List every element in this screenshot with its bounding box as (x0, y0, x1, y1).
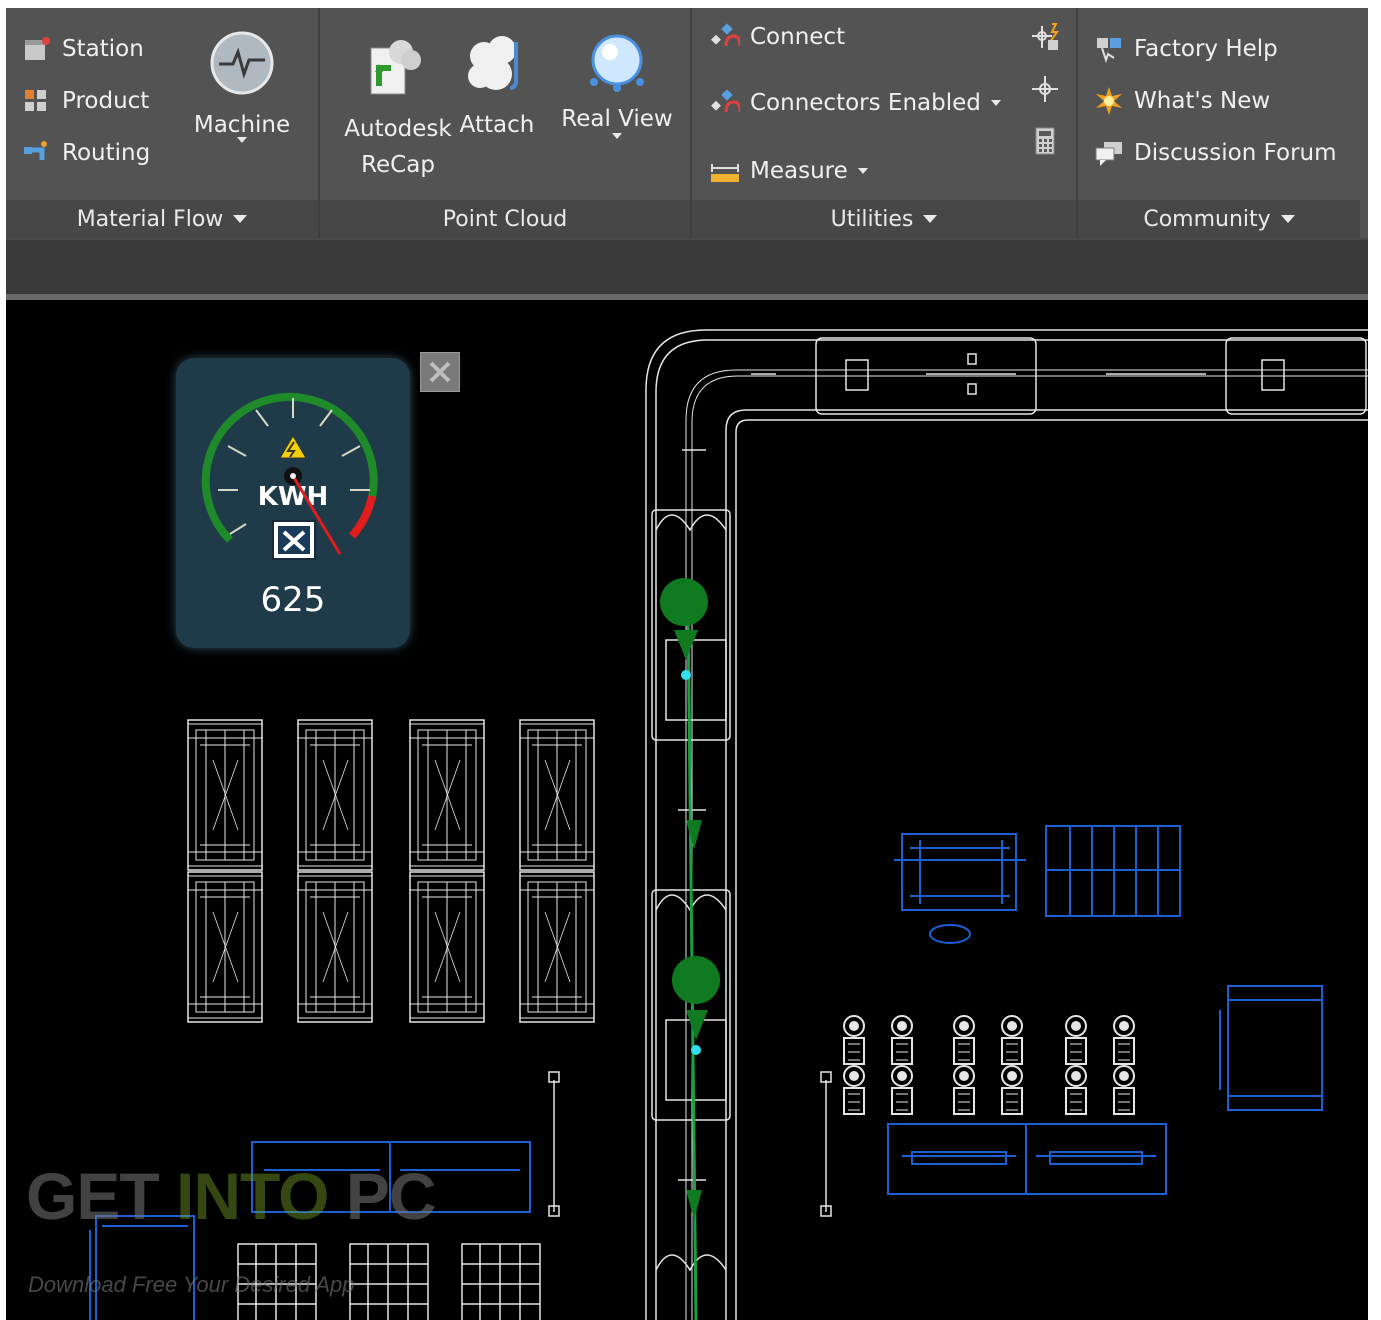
ribbon: Station Product Routing Machine Material… (6, 8, 1368, 238)
energy-gauge-widget[interactable]: KWH 625 (176, 358, 410, 648)
station-button[interactable]: Station (22, 34, 144, 64)
machine-dropdown-icon (237, 137, 247, 143)
blue-equipment (89, 825, 1323, 1320)
panel-title-material-flow[interactable]: Material Flow (6, 200, 318, 238)
connect-icon (710, 22, 742, 52)
factory-help-label: Factory Help (1134, 36, 1278, 62)
whats-new-label: What's New (1134, 88, 1271, 114)
real-view-label: Real View (561, 106, 673, 132)
measure-label: Measure (750, 158, 848, 184)
watermark-tagline: Download Free Your Desired App (28, 1272, 355, 1297)
real-view-icon (584, 30, 650, 107)
attach-label: Attach (459, 112, 535, 138)
machine-button[interactable]: Machine (192, 30, 292, 143)
factory-app-window: Station Product Routing Machine Material… (6, 8, 1368, 1320)
connect-label: Connect (750, 24, 846, 50)
station-icon (22, 34, 52, 64)
connectors-enabled-button[interactable]: Connectors Enabled (710, 88, 1001, 118)
panel-title-community[interactable]: Community (1078, 200, 1360, 238)
watermark-part2: INTO (176, 1159, 329, 1233)
attach-button[interactable]: Attach (454, 30, 540, 143)
kwh-value: 625 (260, 580, 326, 620)
watermark-logo: GET INTO PC (26, 1158, 437, 1234)
utilities-title: Utilities (830, 206, 914, 232)
settings-tools-icon[interactable] (272, 520, 316, 560)
ribbon-sub-toolbar (6, 238, 1368, 296)
measure-button[interactable]: Measure (710, 156, 868, 186)
product-button[interactable]: Product (22, 86, 149, 116)
routing-button[interactable]: Routing (22, 138, 150, 168)
discussion-forum-button[interactable]: Discussion Forum (1094, 138, 1337, 168)
panel-material-flow: Station Product Routing Machine Material… (6, 8, 318, 238)
panel-title-utilities[interactable]: Utilities (692, 200, 1076, 238)
utilities-expand-icon (923, 215, 938, 223)
robot-cells (843, 1015, 1135, 1115)
station-label: Station (62, 36, 144, 62)
connectors-enabled-icon (710, 88, 742, 118)
measure-icon (710, 156, 740, 186)
connectors-enabled-dropdown-icon (990, 100, 1001, 106)
factory-help-button[interactable]: Factory Help (1094, 34, 1278, 64)
machine-grid-left (187, 719, 595, 1023)
community-title: Community (1143, 206, 1271, 232)
calculator-icon[interactable] (1030, 126, 1060, 156)
measure-dropdown-icon (857, 168, 868, 174)
material-flow-expand-icon (233, 215, 248, 223)
panel-point-cloud: Autodesk ReCap Attach Real View Point Cl… (320, 8, 690, 238)
discussion-forum-icon (1094, 138, 1124, 168)
autodesk-recap-button[interactable]: Autodesk ReCap (328, 34, 468, 183)
routing-label: Routing (62, 140, 151, 166)
real-view-dropdown-icon (612, 133, 622, 139)
point-cloud-title: Point Cloud (442, 206, 568, 232)
recap-label-1: Autodesk (344, 116, 452, 142)
routing-icon (22, 138, 52, 168)
connectors-enabled-label: Connectors Enabled (750, 90, 981, 116)
panel-utilities: Connect Connectors Enabled Measure Utili… (692, 8, 1076, 238)
material-flow-path (660, 578, 720, 1320)
whats-new-button[interactable]: What's New (1094, 86, 1270, 116)
close-icon (429, 361, 451, 383)
panel-title-point-cloud[interactable]: Point Cloud (320, 200, 690, 238)
place-connector-icon[interactable] (1030, 22, 1060, 52)
watermark-part1: GET (26, 1159, 177, 1233)
community-expand-icon (1280, 215, 1295, 223)
panel-community: Factory Help What's New Discussion Forum… (1078, 8, 1360, 238)
attach-cloud-icon (462, 30, 532, 111)
recap-label-2: ReCap (361, 152, 435, 178)
connect-button[interactable]: Connect (710, 22, 845, 52)
material-flow-title: Material Flow (76, 206, 224, 232)
machine-gauge-icon (209, 30, 275, 107)
product-icon (22, 86, 52, 116)
close-gauge-button[interactable] (420, 352, 460, 392)
conveyor-line (645, 329, 1368, 1320)
crosshair-icon[interactable] (1030, 74, 1060, 104)
starburst-icon (1094, 86, 1124, 116)
watermark-part3: PC (328, 1159, 437, 1233)
factory-help-icon (1094, 34, 1124, 64)
real-view-button[interactable]: Real View (552, 30, 682, 139)
product-label: Product (62, 88, 150, 114)
discussion-forum-label: Discussion Forum (1134, 140, 1337, 166)
recap-icon (365, 34, 431, 111)
